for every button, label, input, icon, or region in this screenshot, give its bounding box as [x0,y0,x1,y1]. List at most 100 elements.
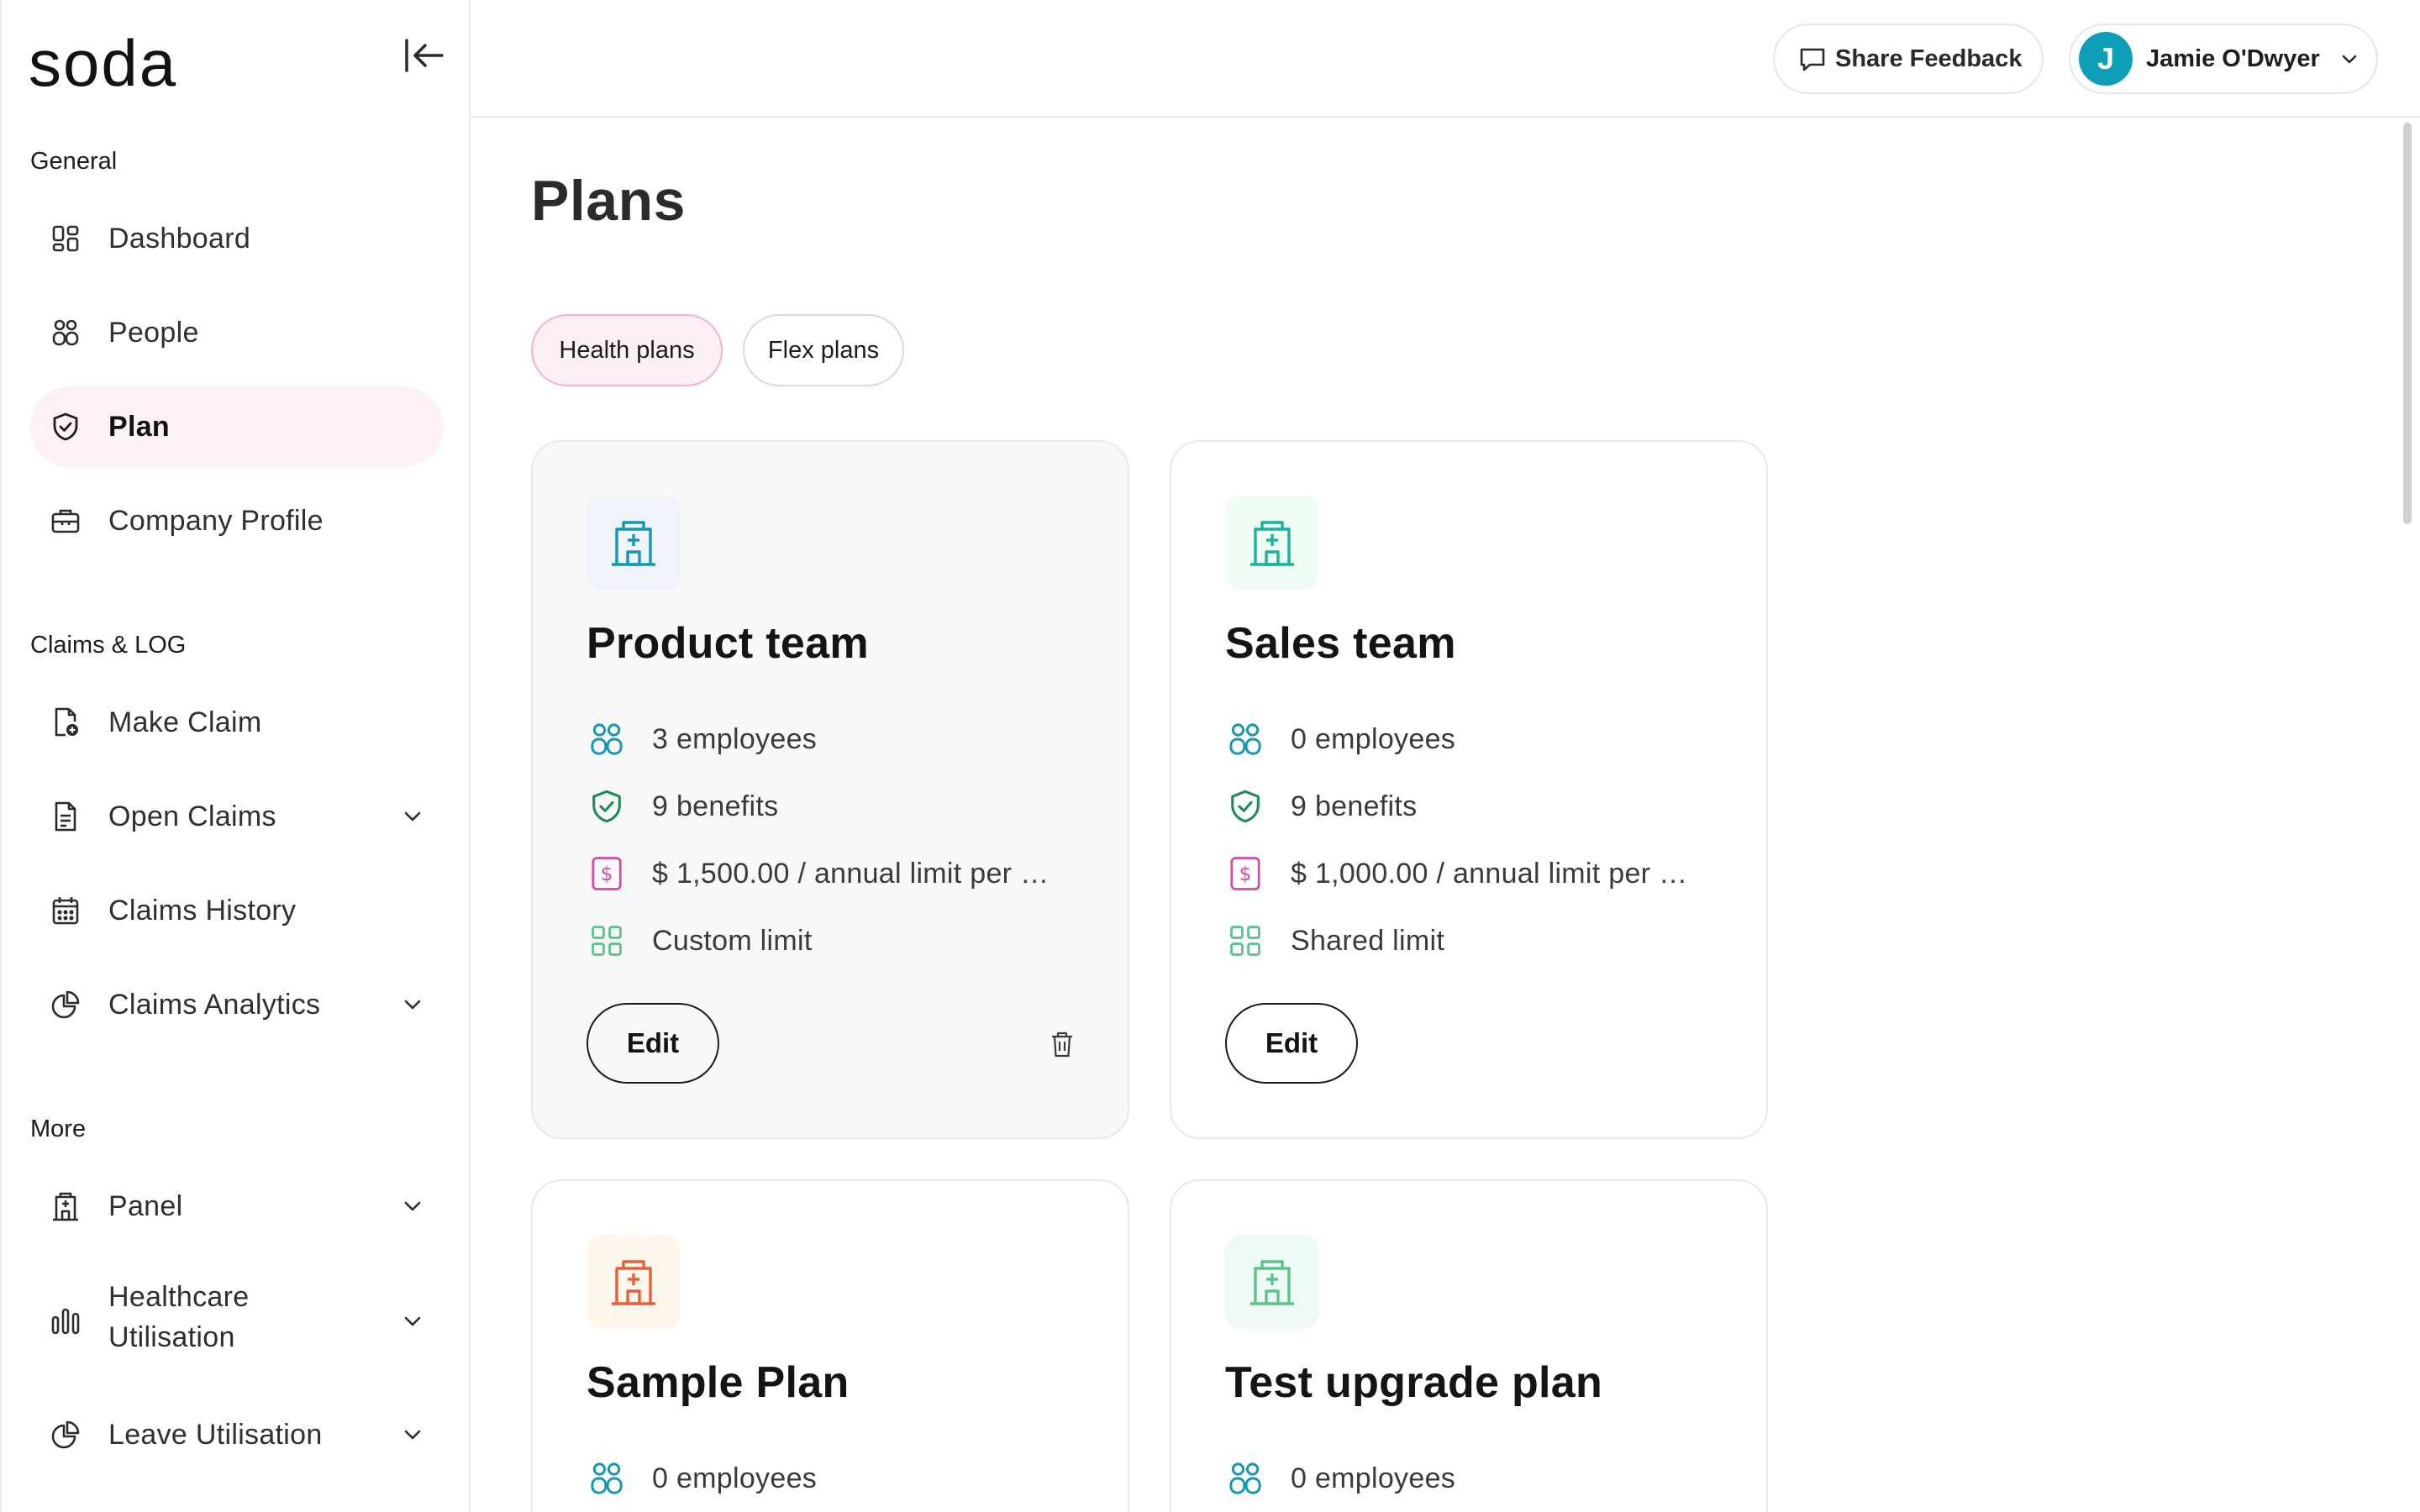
section-title-claims: Claims & LOG [30,632,187,659]
sidebar-item-label: Plan [108,411,171,443]
sidebar-item-leave-utilisation[interactable]: Leave Utilisation [30,1394,444,1475]
plan-limit: $ $ 1,000.00 / annual limit per employee [1225,853,1746,894]
dollar-icon: $ [587,853,627,894]
scrollbar-thumb[interactable] [2403,123,2412,524]
plan-employees: 0 employees [1225,1458,1746,1499]
plan-limit-type: Shared limit [1225,921,1746,961]
user-menu[interactable]: J Jamie O'Dwyer [2069,24,2378,94]
chevron-down-icon[interactable] [400,804,425,829]
plan-hospital-icon [587,1235,681,1329]
plan-card-sample-plan[interactable]: Sample Plan 0 employees [531,1179,1129,1512]
chevron-down-icon[interactable] [400,1422,425,1447]
plan-hospital-icon [1225,1235,1319,1329]
sidebar-item-label: People [108,317,199,349]
plan-employees-text: 3 employees [652,722,818,755]
chevron-down-icon[interactable] [400,1309,425,1334]
share-feedback-button[interactable]: Share Feedback [1773,24,2044,94]
plan-limit-text: $ 1,000.00 / annual limit per employee [1291,857,1702,890]
sidebar-item-label-line2: Utilisation [108,1321,235,1353]
edit-button[interactable]: Edit [1225,1003,1358,1084]
avatar: J [2079,32,2133,86]
sidebar-item-claims-history[interactable]: Claims History [30,870,444,951]
grid-icon [1225,921,1265,961]
plan-benefits: 9 benefits [1225,786,1746,827]
plan-card-test-upgrade-plan[interactable]: Test upgrade plan 0 employees [1170,1179,1768,1512]
plan-title: Sales team [1225,619,1456,668]
chevron-down-icon[interactable] [400,1194,425,1219]
plan-benefits: 9 benefits [587,786,1107,827]
chevron-down-icon [2342,55,2357,64]
collapse-sidebar-icon[interactable] [403,37,445,74]
sidebar-item-label: Panel [108,1190,183,1222]
section-title-more: More [30,1116,87,1142]
shield-icon [49,410,82,444]
file-plus-icon [49,706,82,739]
plan-employees: 0 employees [587,1458,1107,1499]
pie-chart-icon [49,988,82,1021]
sidebar-item-dashboard[interactable]: Dashboard [30,198,444,279]
plan-employees: 0 employees [1225,719,1746,759]
sidebar-item-plan[interactable]: Plan [30,386,444,467]
sidebar-item-label: Claims History [108,895,297,927]
plan-employees-text: 0 employees [1291,722,1456,755]
sidebar-item-open-claims[interactable]: Open Claims [30,776,444,857]
sidebar-item-people[interactable]: People [30,292,444,373]
people-icon [587,1458,627,1499]
user-name: Jamie O'Dwyer [2146,45,2320,72]
plan-employees-text: 0 employees [652,1462,818,1494]
sidebar-item-label: Dashboard [108,223,251,255]
plan-title: Product team [587,619,869,668]
svg-text:$: $ [1239,864,1252,885]
pie-chart-icon [49,1418,82,1452]
briefcase-icon [49,504,82,538]
plan-limit-text: $ 1,500.00 / annual limit per employee [652,857,1064,890]
calendar-icon [49,894,82,927]
people-icon [587,719,627,759]
hospital-icon [49,1189,82,1223]
sidebar-item-label: Healthcare [108,1281,250,1313]
people-icon [49,316,82,349]
bar-chart-icon [49,1305,82,1338]
tab-flex-plans[interactable]: Flex plans [743,314,904,386]
sidebar-item-healthcare-utilisation[interactable]: Healthcare Utilisation [30,1262,444,1381]
shield-check-icon [587,786,627,827]
sidebar-item-label: Make Claim [108,706,262,738]
sidebar-item-panel[interactable]: Panel [30,1166,444,1247]
sidebar-item-make-claim[interactable]: Make Claim [30,682,444,763]
plan-hospital-icon [587,496,681,590]
sidebar-item-label: Claims Analytics [108,989,321,1021]
plan-title: Test upgrade plan [1225,1358,1603,1407]
sidebar-item-label: Open Claims [108,801,276,832]
people-icon [1225,1458,1265,1499]
plan-title: Sample Plan [587,1358,850,1407]
plan-card-product-team[interactable]: Product team 3 employees 9 benefits $ $ … [531,440,1129,1139]
plan-limit-type-text: Shared limit [1291,924,1445,957]
sidebar-item-label: Company Profile [108,505,324,537]
edit-button[interactable]: Edit [587,1003,719,1084]
people-icon [1225,719,1265,759]
section-title-general: General [30,148,118,175]
trash-icon[interactable] [1049,1030,1076,1058]
sidebar-item-company-profile[interactable]: Company Profile [30,480,444,561]
app-logo[interactable]: soda [29,25,177,102]
plan-limit: $ $ 1,500.00 / annual limit per employee [587,853,1107,894]
sidebar: soda General Dashboard People Plan Compa… [0,0,471,1512]
share-feedback-label: Share Feedback [1835,45,2023,72]
plan-benefits-text: 9 benefits [652,790,779,822]
plan-benefits-text: 9 benefits [1291,790,1418,822]
grid-icon [587,921,627,961]
sidebar-item-claims-analytics[interactable]: Claims Analytics [30,964,444,1045]
chevron-down-icon[interactable] [400,992,425,1017]
plan-card-sales-team[interactable]: Sales team 0 employees 9 benefits $ $ 1,… [1170,440,1768,1139]
plan-employees: 3 employees [587,719,1107,759]
page-title: Plans [531,169,686,233]
file-icon [49,800,82,833]
tab-health-plans[interactable]: Health plans [531,314,723,386]
sidebar-item-label: Leave Utilisation [108,1419,323,1451]
plan-limit-type: Custom limit [587,921,1107,961]
message-icon [1800,48,1825,71]
plan-employees-text: 0 employees [1291,1462,1456,1494]
plan-limit-type-text: Custom limit [652,924,813,957]
dashboard-icon [49,222,82,255]
svg-text:$: $ [601,864,613,885]
